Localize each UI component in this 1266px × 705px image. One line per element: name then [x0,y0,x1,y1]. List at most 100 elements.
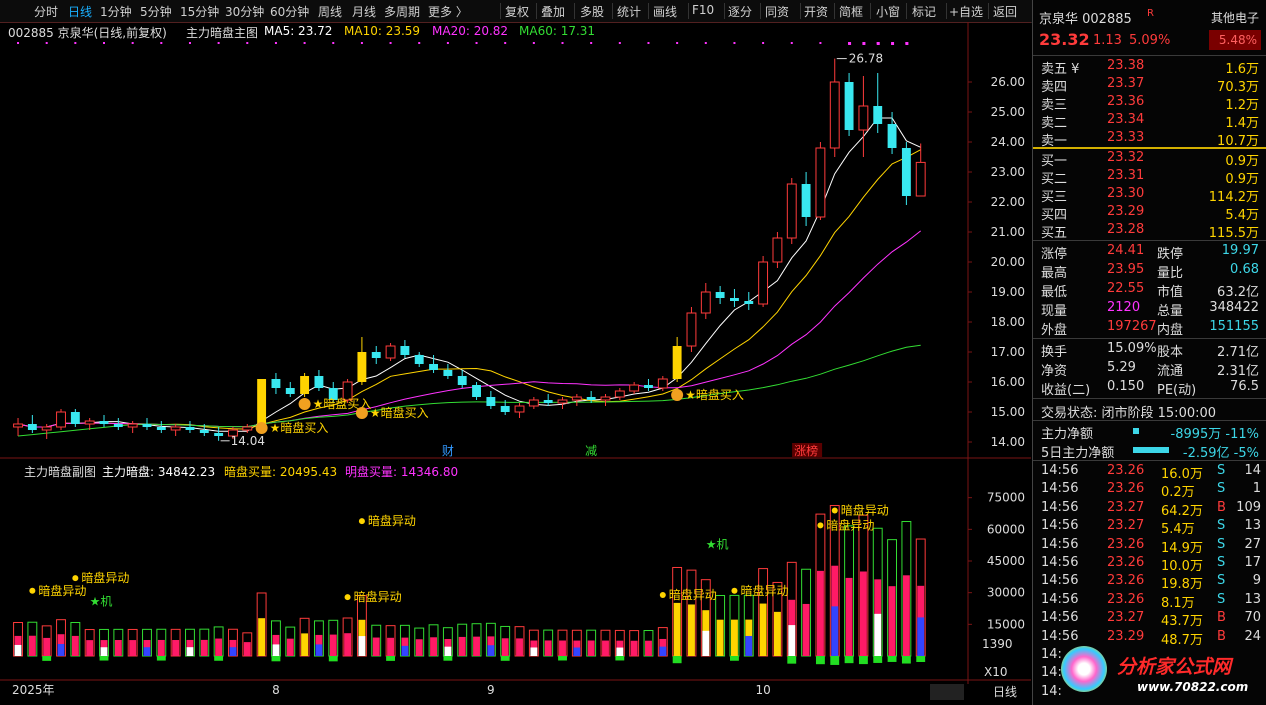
event-tag: 财 [442,444,454,458]
low-price-label: 14.04 [231,434,265,448]
dark-buy-bar [501,638,509,656]
watermark-logo-icon [1061,646,1107,692]
trade-side: S [1217,573,1226,589]
candle-body [801,184,811,217]
dark-buy-bar [301,633,309,656]
buy-signal-icon [671,389,684,401]
toolbar-item-17[interactable]: 逐分 [728,3,752,20]
anomaly-label: 暗盘异动 [826,517,874,532]
trade-price: 23.26 [1107,591,1145,607]
candle-body [414,355,424,364]
toolbar-item-0[interactable]: 分时 [34,3,58,20]
main-chart[interactable]: 26.00 25.00 24.00 23.00 22.00 21.00 20.00 19.00… [0,22,1031,705]
bright-buy-bar [358,636,366,656]
toolbar-item-5[interactable]: 30分钟 [225,3,264,20]
top-signal-dot [160,42,163,44]
bid-price: 23.32 [1107,150,1145,165]
stat-value: 348422 [1209,300,1259,315]
ask-volume: 1.2万 [1225,98,1259,113]
stat-label: 换手 [1041,345,1068,360]
candle-body [27,424,37,430]
bid-volume: 0.9万 [1225,172,1259,187]
toolbar-separator [870,3,871,19]
trade-side: S [1217,481,1226,497]
toolbar-item-19[interactable]: 开资 [804,3,828,20]
toolbar-item-22[interactable]: 标记 [912,3,936,20]
sub-indicator-name[interactable]: 主力暗盘副图 [24,463,96,480]
candle-body [657,378,668,389]
anomaly-label: 暗盘异动 [38,583,86,598]
candle-body [185,427,195,430]
dark-buy-bar [759,603,767,656]
toolbar-item-24[interactable]: 返回 [993,3,1017,20]
candle-body [730,298,739,301]
y-tick-label: 16.00 [991,375,1025,389]
toolbar-item-15[interactable]: 画线 [653,3,677,20]
candle-body [285,388,295,394]
stat-label: 最低 [1041,285,1068,300]
period-label[interactable]: 日线 [993,683,1017,700]
toolbar-item-21[interactable]: 小窗 [876,3,900,20]
toolbar-item-8[interactable]: 月线 [352,3,376,20]
top-signal-dot [862,42,866,45]
toolbar-item-13[interactable]: 多股 [580,3,604,20]
top-signal-dot [848,42,851,44]
trade-side: S [1217,536,1226,552]
trade-volume: 43.7万 [1161,614,1203,630]
toolbar-item-11[interactable]: 复权 [505,3,529,20]
candle-body [543,400,553,403]
toolbar-item-23[interactable]: +自选 [949,3,983,20]
toolbar-item-18[interactable]: 同资 [765,3,789,20]
toolbar-item-7[interactable]: 周线 [318,3,342,20]
stat-value: 19.97 [1221,243,1259,258]
dark-buy-bar [559,640,566,656]
candle-body [242,426,253,431]
toolbar-item-6[interactable]: 60分钟 [270,3,309,20]
toolbar-item-4[interactable]: 15分钟 [180,3,219,20]
toolbar-item-10[interactable]: 更多 〉 [428,3,468,20]
trade-price: 23.26 [1107,481,1145,497]
toolbar-item-20[interactable]: 简框 [839,3,863,20]
y-tick-label: 23.00 [991,165,1025,179]
anomaly-dot [817,522,824,529]
outflow-bar [328,656,338,662]
toolbar-item-3[interactable]: 5分钟 [140,3,172,20]
stat-value: 15.09% [1107,341,1157,356]
buy-signal-icon [298,398,311,410]
top-signal-dot [418,42,421,44]
outflow-bar [901,656,911,664]
outflow-bar [500,656,510,661]
ask-label: 卖三 [1041,98,1068,113]
stat-label: 外盘 [1041,323,1068,338]
trade-time: 14:56 [1041,536,1079,552]
ask-label: 卖五 ¥ [1041,62,1080,77]
dark-buy-bar [673,602,681,656]
candle-body [99,421,109,424]
stat-label: 跌停 [1157,247,1184,262]
stat-value: 76.5 [1230,379,1259,394]
toolbar-item-12[interactable]: 叠加 [541,3,565,20]
bright-buy-bar [702,630,710,656]
toolbar-separator [946,3,947,19]
toolbar-item-1[interactable]: 日线 [68,3,92,20]
toolbar-item-14[interactable]: 统计 [617,3,641,20]
trade-volume: 14.9万 [1161,540,1203,556]
trade-status: 交易状态: 闭市阶段 15:00:00 [1041,406,1217,421]
watermark-title: 分析家公式网 [1117,656,1232,678]
main-indicator-name[interactable]: 主力暗盘主图 [186,24,258,41]
anomaly-dot [29,587,36,594]
stat-label: 市值 [1157,285,1184,300]
toolbar-item-16[interactable]: F10 [692,3,714,17]
x10-label[interactable]: X10 [984,665,1008,679]
bright-buy-bar [229,647,237,656]
trade-time: 14:56 [1041,499,1079,515]
toolbar-item-9[interactable]: 多周期 [384,3,420,20]
bid-price: 23.30 [1107,186,1145,201]
bright-buy-bar [57,644,65,656]
toolbar-item-2[interactable]: 1分钟 [100,3,132,20]
bid-volume: 115.5万 [1208,226,1259,241]
outflow-bar [858,656,868,665]
ma5-label: MA5: 23.72 [264,24,333,38]
outflow-bar [386,656,396,661]
y-tick-label: 17.00 [991,345,1025,359]
